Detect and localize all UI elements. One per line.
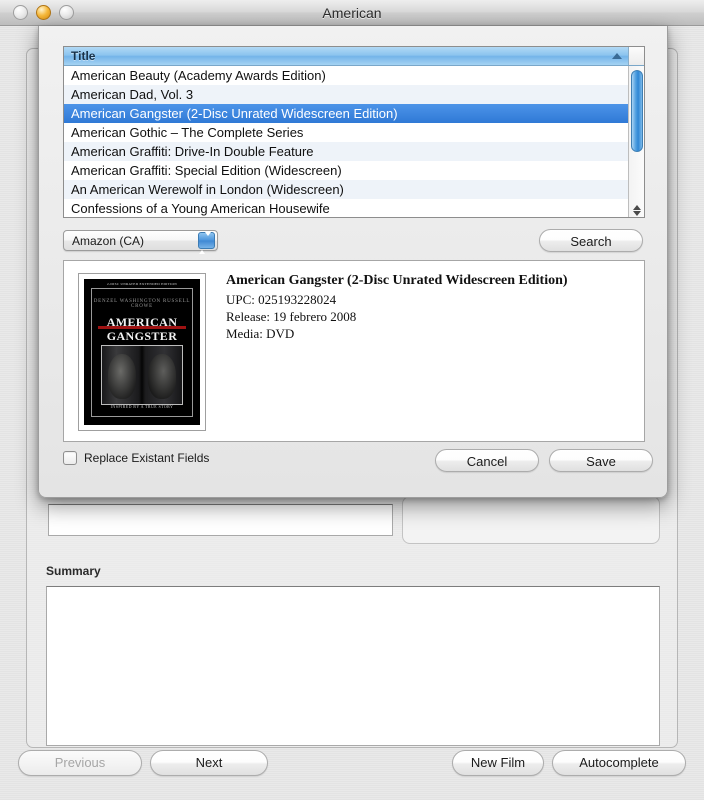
search-results-sheet: Title American Beauty (Academy Awards Ed… [38, 26, 668, 498]
chevron-down-icon [205, 232, 211, 250]
results-table[interactable]: Title American Beauty (Academy Awards Ed… [63, 46, 645, 218]
replace-existant-fields-label: Replace Existant Fields [84, 451, 210, 465]
scrollbar-arrows[interactable] [631, 204, 643, 217]
table-column-header[interactable]: Title [64, 47, 644, 66]
background-group-box [402, 496, 660, 544]
chevron-updown-icon[interactable] [198, 232, 215, 254]
scroll-down-icon[interactable] [633, 211, 641, 216]
source-popup-value: Amazon (CA) [72, 234, 145, 248]
table-row[interactable]: An American Werewolf in London (Widescre… [64, 180, 630, 199]
cover-top-banner: 2-DISC UNRATED EXTENDED EDITION [106, 282, 178, 286]
table-row-selected[interactable]: American Gangster (2-Disc Unrated Widesc… [64, 104, 630, 123]
detail-panel: 2-DISC UNRATED EXTENDED EDITION DENZEL W… [63, 260, 645, 442]
detail-title: American Gangster (2-Disc Unrated Widesc… [226, 273, 568, 288]
previous-button[interactable]: Previous [18, 750, 142, 776]
table-row[interactable]: American Graffiti: Drive-In Double Featu… [64, 142, 630, 161]
column-header-title[interactable]: Title [64, 49, 95, 63]
background-text-field[interactable] [48, 504, 393, 536]
cover-photo [101, 345, 183, 405]
detail-text-block: American Gangster (2-Disc Unrated Widesc… [226, 273, 568, 342]
window-titlebar: American [0, 0, 704, 26]
table-row[interactable]: American Gothic – The Complete Series [64, 123, 630, 142]
vertical-scrollbar[interactable] [628, 66, 644, 217]
cover-art-thumbnail[interactable]: 2-DISC UNRATED EXTENDED EDITION DENZEL W… [78, 273, 206, 431]
table-body: American Beauty (Academy Awards Edition)… [64, 66, 630, 217]
next-button[interactable]: Next [150, 750, 268, 776]
cover-tagline: INSPIRED BY A TRUE STORY [110, 404, 174, 409]
cancel-button[interactable]: Cancel [435, 449, 539, 472]
application-window: American Film Cast Technical Data Collec… [0, 0, 704, 800]
window-title: American [322, 5, 382, 21]
new-film-button[interactable]: New Film [452, 750, 544, 776]
cover-cast-line: DENZEL WASHINGTON RUSSELL CROWE [93, 299, 191, 309]
summary-textarea[interactable] [46, 586, 660, 746]
detail-upc: UPC: 025193228024 [226, 292, 337, 307]
replace-existant-fields-checkbox[interactable] [63, 451, 77, 465]
sort-ascending-icon [612, 53, 622, 59]
detail-release: Release: 19 febrero 2008 [226, 309, 357, 324]
table-row[interactable]: American Dad, Vol. 3 [64, 85, 630, 104]
scroll-up-icon[interactable] [633, 205, 641, 210]
table-row[interactable]: Confessions of a Young American Housewif… [64, 199, 630, 217]
cover-face-left [107, 354, 137, 400]
search-button[interactable]: Search [539, 229, 643, 252]
table-row[interactable]: American Beauty (Academy Awards Edition) [64, 66, 630, 85]
dvd-cover-image: 2-DISC UNRATED EXTENDED EDITION DENZEL W… [84, 279, 200, 425]
replace-existant-fields-row[interactable]: Replace Existant Fields [63, 451, 209, 465]
summary-label: Summary [46, 564, 101, 578]
source-popup-button[interactable]: Amazon (CA) [63, 230, 218, 254]
autocomplete-button[interactable]: Autocomplete [552, 750, 686, 776]
table-row[interactable]: American Graffiti: Special Edition (Wide… [64, 161, 630, 180]
window-footer-buttons: Previous Next New Film Autocomplete [0, 750, 704, 790]
save-button[interactable]: Save [549, 449, 653, 472]
cover-title-line2: GANGSTER [106, 329, 178, 343]
header-corner-cap [628, 47, 644, 65]
detail-media: Media: DVD [226, 326, 295, 341]
cover-face-right [147, 354, 177, 400]
scrollbar-thumb[interactable] [631, 70, 643, 152]
